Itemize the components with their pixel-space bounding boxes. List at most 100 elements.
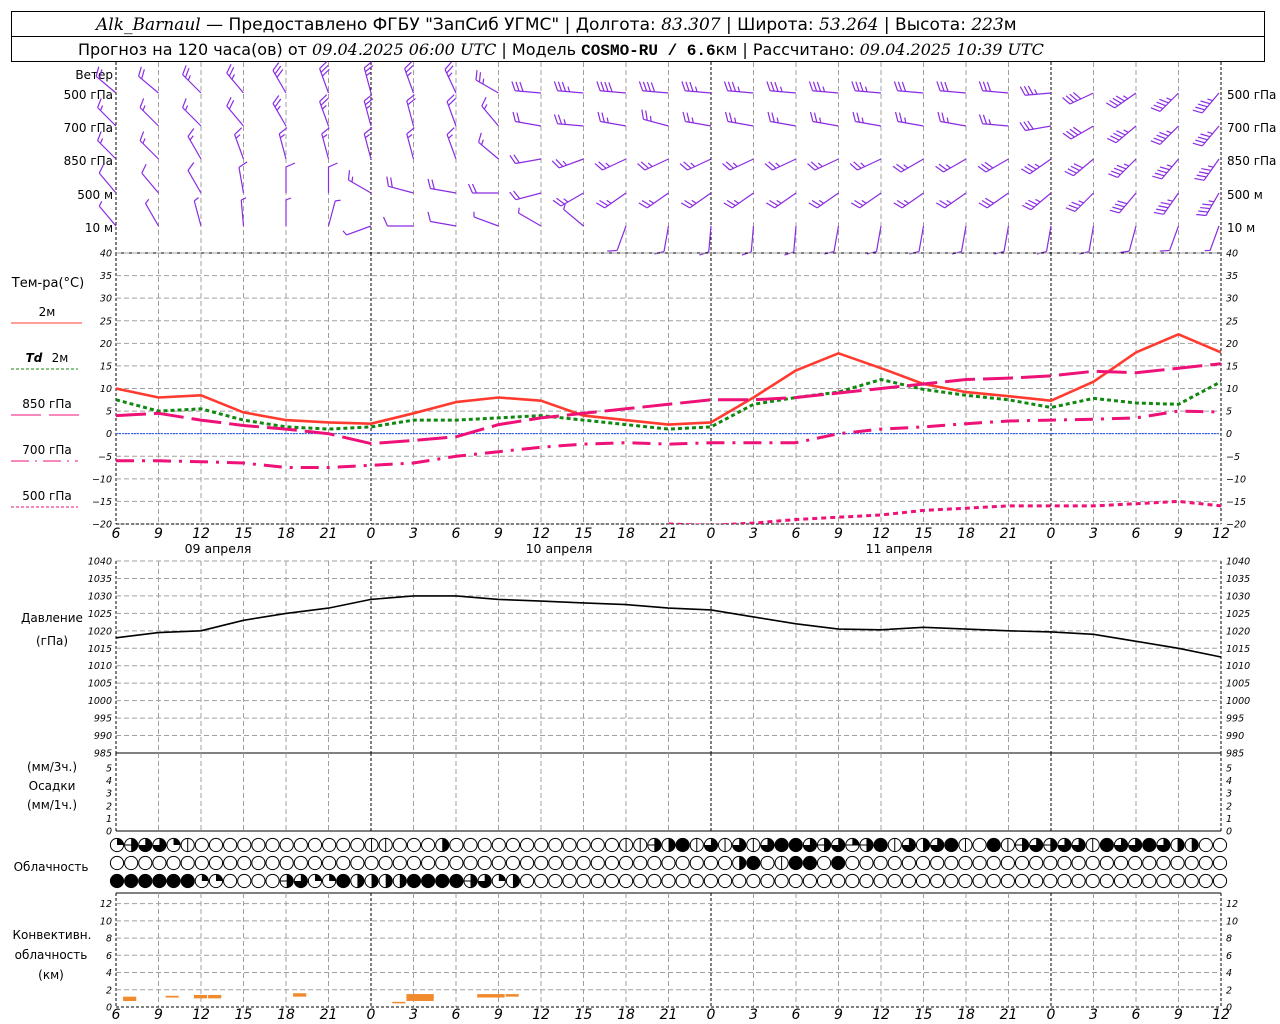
wind-barb-feather — [553, 114, 559, 124]
cloud-circle — [491, 837, 506, 853]
cloud-circle — [194, 855, 209, 871]
y-tick-label: −20 — [92, 520, 112, 531]
cloud-fill — [449, 874, 463, 888]
cloud-cover-symbol — [732, 855, 747, 871]
cloud-circle — [1113, 873, 1129, 889]
cloud-cover-symbol — [972, 855, 987, 871]
x-tick-label: 12 — [532, 526, 550, 542]
cloud-fill — [138, 874, 152, 888]
cloud-cover-symbol — [265, 837, 280, 853]
cloud-circle — [109, 855, 125, 871]
level-label-500m-right: 500 м — [1227, 188, 1263, 202]
wind-barb-feather — [1198, 171, 1209, 175]
wind-barb — [1062, 91, 1094, 105]
wind-barb — [1079, 225, 1095, 255]
wind-barb — [363, 94, 374, 127]
cloud-circle — [562, 873, 577, 889]
cloud-cover-symbol — [717, 873, 733, 889]
cloud-cover-symbol — [124, 855, 139, 871]
cloud-circle — [138, 855, 153, 871]
y-tick-label-right: 995 — [1226, 714, 1244, 725]
wind-barb-feather — [893, 202, 903, 209]
wind-barb-staff — [960, 225, 967, 252]
wind-barb — [404, 61, 415, 94]
cloud-cover-symbol — [562, 873, 577, 889]
convective-cloud-bar — [293, 993, 307, 997]
cloud-cover-symbol — [647, 855, 662, 871]
wind-barb-feather — [608, 82, 613, 92]
cloud-cover-symbol — [406, 855, 422, 871]
wind-barb-feather — [1201, 167, 1212, 172]
date-label-11: 11 апреля — [866, 541, 933, 556]
wind-barb-feather — [427, 178, 431, 189]
cloud-cover-symbol — [1128, 837, 1143, 853]
wind-barb-feather — [561, 81, 567, 92]
cloud-circle — [774, 873, 789, 889]
wind-barb — [363, 61, 374, 94]
y-tick-label: 12 — [100, 899, 112, 910]
cloud-cover-symbol — [689, 855, 704, 871]
cloud-circle — [406, 837, 422, 853]
y-tick-label: 5 — [106, 764, 112, 775]
t500-line — [668, 499, 1221, 524]
cloud-fill — [385, 874, 393, 888]
cloud-cover-symbol — [859, 837, 874, 853]
y-tick-label-right: 1005 — [1226, 679, 1250, 690]
cloud-cover-symbol — [336, 855, 351, 871]
cloud-circle — [1198, 855, 1213, 871]
cloud-circle — [534, 837, 549, 853]
wind-barb — [139, 131, 159, 160]
wind-barb-feather — [731, 81, 737, 92]
cloud-circle — [1198, 873, 1213, 889]
wind-barb-feather — [1019, 86, 1026, 96]
wind-barb-feather — [1196, 213, 1207, 217]
wind-barb-feather — [769, 200, 779, 207]
wind-barb — [1109, 192, 1137, 214]
cloud-circle — [1085, 855, 1100, 871]
cloud-circle — [534, 873, 549, 889]
cloud-circle — [618, 873, 634, 889]
cloud-circle — [505, 837, 521, 853]
date-labels: 09 апреля 10 апреля 11 апреля — [185, 541, 933, 556]
y-tick-label: 5 — [106, 407, 112, 418]
y-tick-label-right: 3 — [1226, 789, 1232, 800]
cloud-cover-symbol — [1212, 837, 1228, 853]
wind-barb — [1159, 225, 1180, 252]
cloud-fill — [371, 874, 379, 888]
cloud-cover-symbol — [958, 855, 973, 871]
wind-barb-feather — [595, 202, 606, 209]
wind-barb-feather — [519, 81, 524, 92]
cloud-circle — [675, 855, 690, 871]
cloud-circle — [463, 855, 478, 871]
x-tick-label: 18 — [957, 1007, 975, 1023]
y-tick-label-right: 12 — [1226, 899, 1238, 910]
wind-barb-feather — [771, 112, 775, 123]
cloud-circle — [1057, 855, 1072, 871]
level-label-500hpa: 500 гПа — [64, 88, 113, 102]
wind-barb — [444, 61, 457, 94]
wind-barb-feather — [557, 81, 563, 92]
cloud-fill — [117, 838, 124, 845]
cloud-cover-symbol — [562, 837, 577, 853]
cloud-fill — [1177, 838, 1185, 852]
pressure-unit: (гПа) — [36, 634, 68, 648]
wind-barb-half-feather — [279, 134, 285, 139]
wind-barb — [319, 61, 330, 94]
cloud-cover-symbol — [802, 873, 818, 889]
cloud-circle — [816, 855, 832, 871]
y-tick-label: 1000 — [88, 696, 112, 707]
wind-barb-feather — [641, 200, 651, 207]
wind-barb-feather — [680, 202, 691, 209]
wind-barb-feather — [1156, 208, 1166, 212]
level-label-850hpa-right: 850 гПа — [1227, 154, 1276, 168]
wind-barb-half-feather — [605, 162, 611, 168]
temp-title: Тем-ра(°C) — [11, 276, 84, 291]
wind-barb — [893, 81, 924, 94]
cloud-cover-symbol — [590, 873, 605, 889]
wind-barb-feather — [766, 81, 771, 91]
cloud-cover-symbol — [859, 873, 874, 889]
cloud-circle — [590, 837, 605, 853]
cloud-circle — [1113, 855, 1129, 871]
wind-barb — [446, 127, 457, 160]
wind-barb — [1106, 125, 1137, 144]
